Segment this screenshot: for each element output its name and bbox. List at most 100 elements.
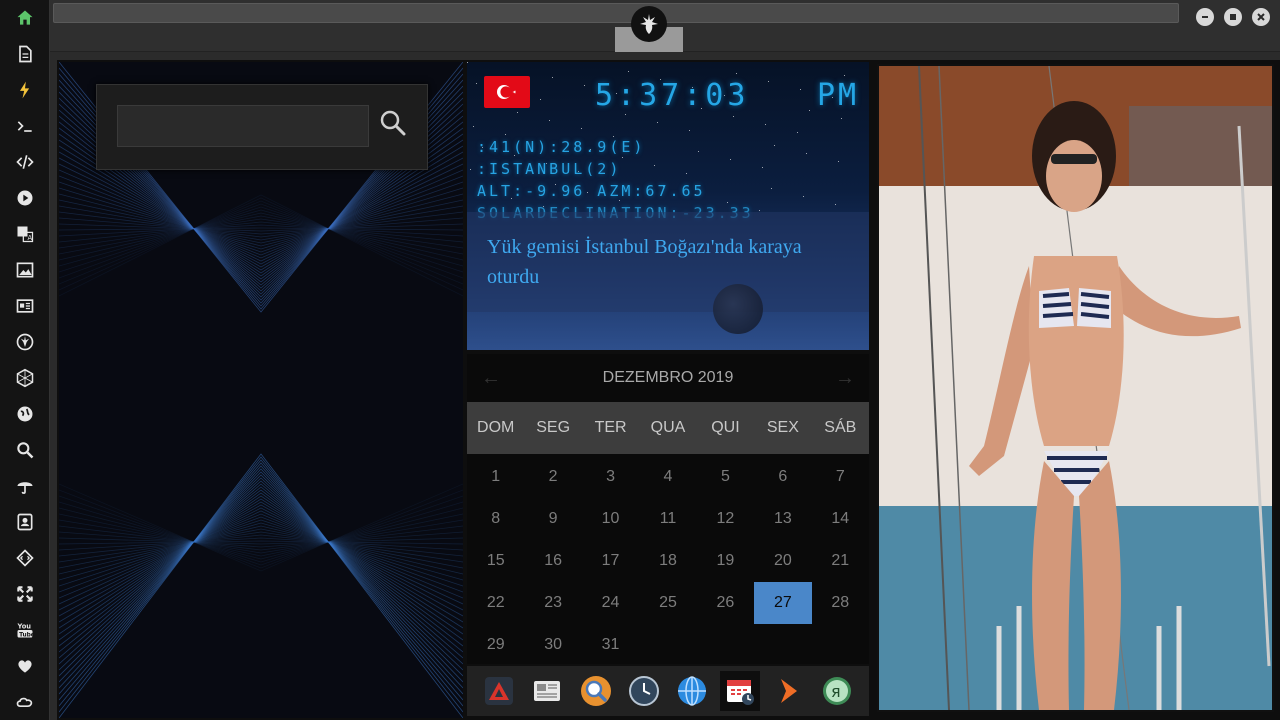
- rebel-alliance-icon[interactable]: [9, 327, 41, 357]
- calendar-app-button[interactable]: [720, 671, 761, 711]
- browser-globe-app-button[interactable]: [672, 671, 712, 711]
- contacts-icon[interactable]: [9, 507, 41, 537]
- sidebar: A You Tube: [0, 0, 50, 720]
- home-icon[interactable]: [9, 3, 41, 33]
- calendar-day[interactable]: 9: [524, 498, 581, 540]
- search-button[interactable]: [379, 109, 411, 141]
- globe-icon[interactable]: [9, 399, 41, 429]
- yandex-app-button[interactable]: я: [817, 671, 857, 711]
- clock-app-button[interactable]: [624, 671, 664, 711]
- terminal-icon[interactable]: [9, 111, 41, 141]
- news-overlay[interactable]: Yük gemisi İstanbul Boğazı'nda karaya ot…: [467, 212, 869, 312]
- minimize-button[interactable]: [1196, 8, 1214, 26]
- search-app-button[interactable]: [576, 671, 616, 711]
- calendar-day[interactable]: 11: [639, 498, 696, 540]
- main-frame: 5:37:03 PM :41(N):28.9(E) :ISTANBUL(2) A…: [57, 60, 1280, 720]
- calendar-day[interactable]: 3: [582, 456, 639, 498]
- clock-time: 5:37:03: [595, 78, 750, 113]
- calendar-next-button[interactable]: →: [833, 366, 857, 390]
- calendar-prev-button[interactable]: ←: [479, 366, 503, 390]
- calendar-day[interactable]: 8: [467, 498, 524, 540]
- star: [771, 188, 772, 189]
- calendar-day[interactable]: 28: [812, 582, 869, 624]
- newspaper-app-button[interactable]: [527, 671, 567, 711]
- play-icon[interactable]: [9, 183, 41, 213]
- heart-icon[interactable]: [9, 651, 41, 681]
- star: [584, 85, 585, 86]
- calendar-app-icon: [727, 680, 755, 705]
- turkey-flag-icon: [484, 76, 530, 108]
- expand-icon-glyph: [17, 586, 33, 602]
- weekday-header: SÁB: [824, 419, 857, 436]
- arrow-app-icon: [780, 679, 797, 703]
- calendar-day[interactable]: 25: [639, 582, 696, 624]
- document-icon[interactable]: [9, 39, 41, 69]
- news-headline[interactable]: Yük gemisi İstanbul Boğazı'nda karaya ot…: [487, 232, 857, 292]
- calendar-day[interactable]: 20: [754, 540, 811, 582]
- umbrella-icon[interactable]: [9, 471, 41, 501]
- expand-icon[interactable]: [9, 579, 41, 609]
- code-icon[interactable]: [9, 147, 41, 177]
- minimize-icon: [1202, 16, 1208, 18]
- weekday-header: QUA: [650, 419, 686, 436]
- close-button[interactable]: [1252, 8, 1270, 26]
- calendar-day-today[interactable]: 27: [754, 582, 812, 624]
- lightning-icon[interactable]: [9, 75, 41, 105]
- calendar-weekdays: DOM SEG TER QUA QUI SEX SÁB: [467, 402, 869, 454]
- hexagon-icon-glyph: [16, 368, 34, 388]
- clock-panel: 5:37:03 PM :41(N):28.9(E) :ISTANBUL(2) A…: [467, 62, 869, 350]
- calendar-day[interactable]: 22: [467, 582, 524, 624]
- calendar-day[interactable]: 14: [812, 498, 869, 540]
- calendar-days: 1 2 3 4 5 6 7 8 9 10 11 12 13 14 15 16 17 18 19 20 21 22 23 24 2…: [467, 456, 869, 666]
- calendar-day[interactable]: 6: [754, 456, 811, 498]
- magnifier-icon: [380, 110, 406, 136]
- image-icon[interactable]: [9, 255, 41, 285]
- calendar-day[interactable]: 13: [754, 498, 811, 540]
- youtube-icon[interactable]: You Tube: [9, 615, 41, 645]
- calendar-day[interactable]: 21: [812, 540, 869, 582]
- hexagon-icon[interactable]: [9, 363, 41, 393]
- calendar-day[interactable]: 31: [582, 624, 639, 666]
- lightning-icon-glyph: [20, 81, 30, 99]
- calendar-day[interactable]: 2: [524, 456, 581, 498]
- news-icon[interactable]: [9, 291, 41, 321]
- red-triangle-app-button[interactable]: [479, 671, 519, 711]
- maximize-icon: [1230, 14, 1236, 20]
- coordinates: :41(N):28.9(E): [477, 138, 646, 156]
- calendar-day[interactable]: 19: [697, 540, 754, 582]
- diamond-code-icon[interactable]: [9, 543, 41, 573]
- arrow-app-button[interactable]: [769, 671, 809, 711]
- maximize-button[interactable]: [1224, 8, 1242, 26]
- weekday-header: TER: [594, 419, 627, 436]
- calendar-day[interactable]: 4: [639, 456, 696, 498]
- search-input[interactable]: [117, 105, 369, 147]
- calendar-day[interactable]: 30: [524, 624, 581, 666]
- star: [835, 204, 836, 205]
- calendar-day[interactable]: 15: [467, 540, 524, 582]
- calendar-day[interactable]: 18: [639, 540, 696, 582]
- star: [540, 99, 541, 100]
- calendar-day[interactable]: 26: [697, 582, 754, 624]
- calendar-day[interactable]: 1: [467, 456, 524, 498]
- translate-icon[interactable]: A: [9, 219, 41, 249]
- calendar-day[interactable]: 17: [582, 540, 639, 582]
- calendar-day[interactable]: 24: [582, 582, 639, 624]
- search-box: [96, 84, 428, 170]
- calendar-day[interactable]: 23: [524, 582, 581, 624]
- svg-text:A: A: [28, 234, 33, 242]
- calendar-day[interactable]: 16: [524, 540, 581, 582]
- clock-ampm: PM: [817, 78, 860, 113]
- code-icon-glyph: [16, 155, 34, 169]
- star: [762, 167, 763, 168]
- youtube-icon-glyph: You Tube: [17, 622, 35, 638]
- search-icon[interactable]: [9, 435, 41, 465]
- search-app-icon: [580, 676, 611, 706]
- calendar-day[interactable]: 5: [697, 456, 754, 498]
- calendar-day[interactable]: 12: [697, 498, 754, 540]
- star: [470, 169, 471, 170]
- cloud-icon[interactable]: [9, 687, 41, 717]
- calendar-day[interactable]: 10: [582, 498, 639, 540]
- calendar-day[interactable]: 7: [812, 456, 869, 498]
- calendar-day[interactable]: 29: [467, 624, 524, 666]
- logo-tab[interactable]: [615, 0, 683, 52]
